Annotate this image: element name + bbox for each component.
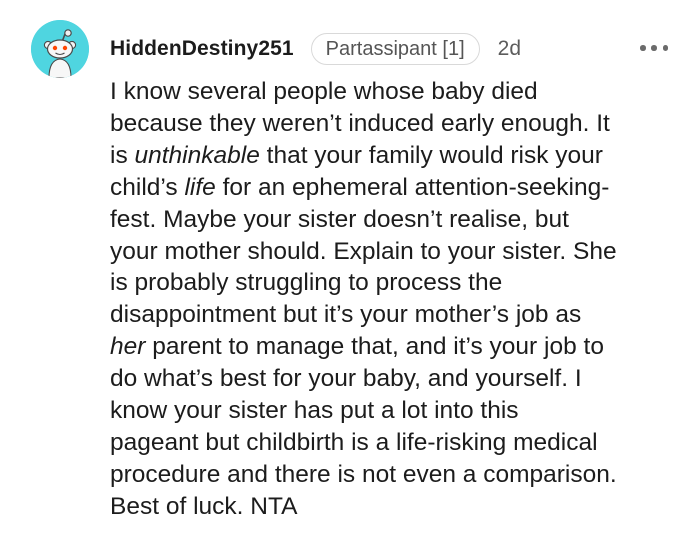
text-segment: for an ephemeral attention-seeking- [215,173,610,201]
text-segment: because they weren’t induced early enoug… [110,109,610,137]
comment-text-line: child’s life for an ephemeral attention-… [110,172,680,204]
text-segment: child’s [110,173,185,201]
user-flair-badge: Partassipant [1] [310,33,480,65]
comment-text-line: her parent to manage that, and it’s your… [110,331,680,363]
comment-body: I know several people whose baby died bec… [110,76,680,523]
comment-text-line: is probably struggling to process the [110,267,680,299]
emphasized-text: life [184,173,216,201]
comment: HiddenDestiny251 Partassipant [1] 2d I k… [0,0,700,549]
text-segment: parent to manage that, and it’s your job… [145,333,604,361]
text-segment: do what’s best for your baby, and yourse… [110,365,582,393]
emphasized-text: unthinkable [134,141,260,169]
text-segment: know your sister has put a lot into this [110,397,519,425]
comment-text-line: is unthinkable that your family would ri… [110,140,680,172]
comment-text-line: fest. Maybe your sister doesn’t realise,… [110,204,680,236]
username[interactable]: HiddenDestiny251 [110,37,294,61]
comment-text-line: your mother should. Explain to your sist… [110,236,680,268]
text-segment: is [110,141,135,169]
text-segment: disappointment but it’s your mother’s jo… [110,301,582,329]
comment-header: HiddenDestiny251 Partassipant [1] 2d [110,32,521,66]
comment-text-line: know your sister has put a lot into this [110,395,680,427]
comment-text-line: procedure and there is not even a compar… [110,459,680,491]
comment-text-line: pageant but childbirth is a life-risking… [110,427,680,459]
comment-text-line: I know several people whose baby died [110,76,680,108]
text-segment: fest. Maybe your sister doesn’t realise,… [110,205,569,233]
text-segment: is probably struggling to process the [110,269,503,297]
ellipsis-horizontal-icon[interactable] [640,38,668,58]
text-segment: pageant but childbirth is a life-risking… [110,428,598,456]
comment-text-line: disappointment but it’s your mother’s jo… [110,299,680,331]
comment-text-line: because they weren’t induced early enoug… [110,108,680,140]
emphasized-text: her [110,333,146,361]
text-segment: I know several people whose baby died [110,78,538,105]
text-segment: Best of luck. NTA [110,492,298,520]
comment-age: 2d [497,37,521,60]
reddit-snoo-avatar-icon[interactable] [31,20,89,78]
text-segment: your mother should. Explain to your sist… [110,237,617,265]
comment-text-line: do what’s best for your baby, and yourse… [110,363,680,395]
text-segment: that your family would risk your [259,141,603,169]
comment-text-line: Best of luck. NTA [110,491,680,523]
text-segment: procedure and there is not even a compar… [110,460,617,488]
